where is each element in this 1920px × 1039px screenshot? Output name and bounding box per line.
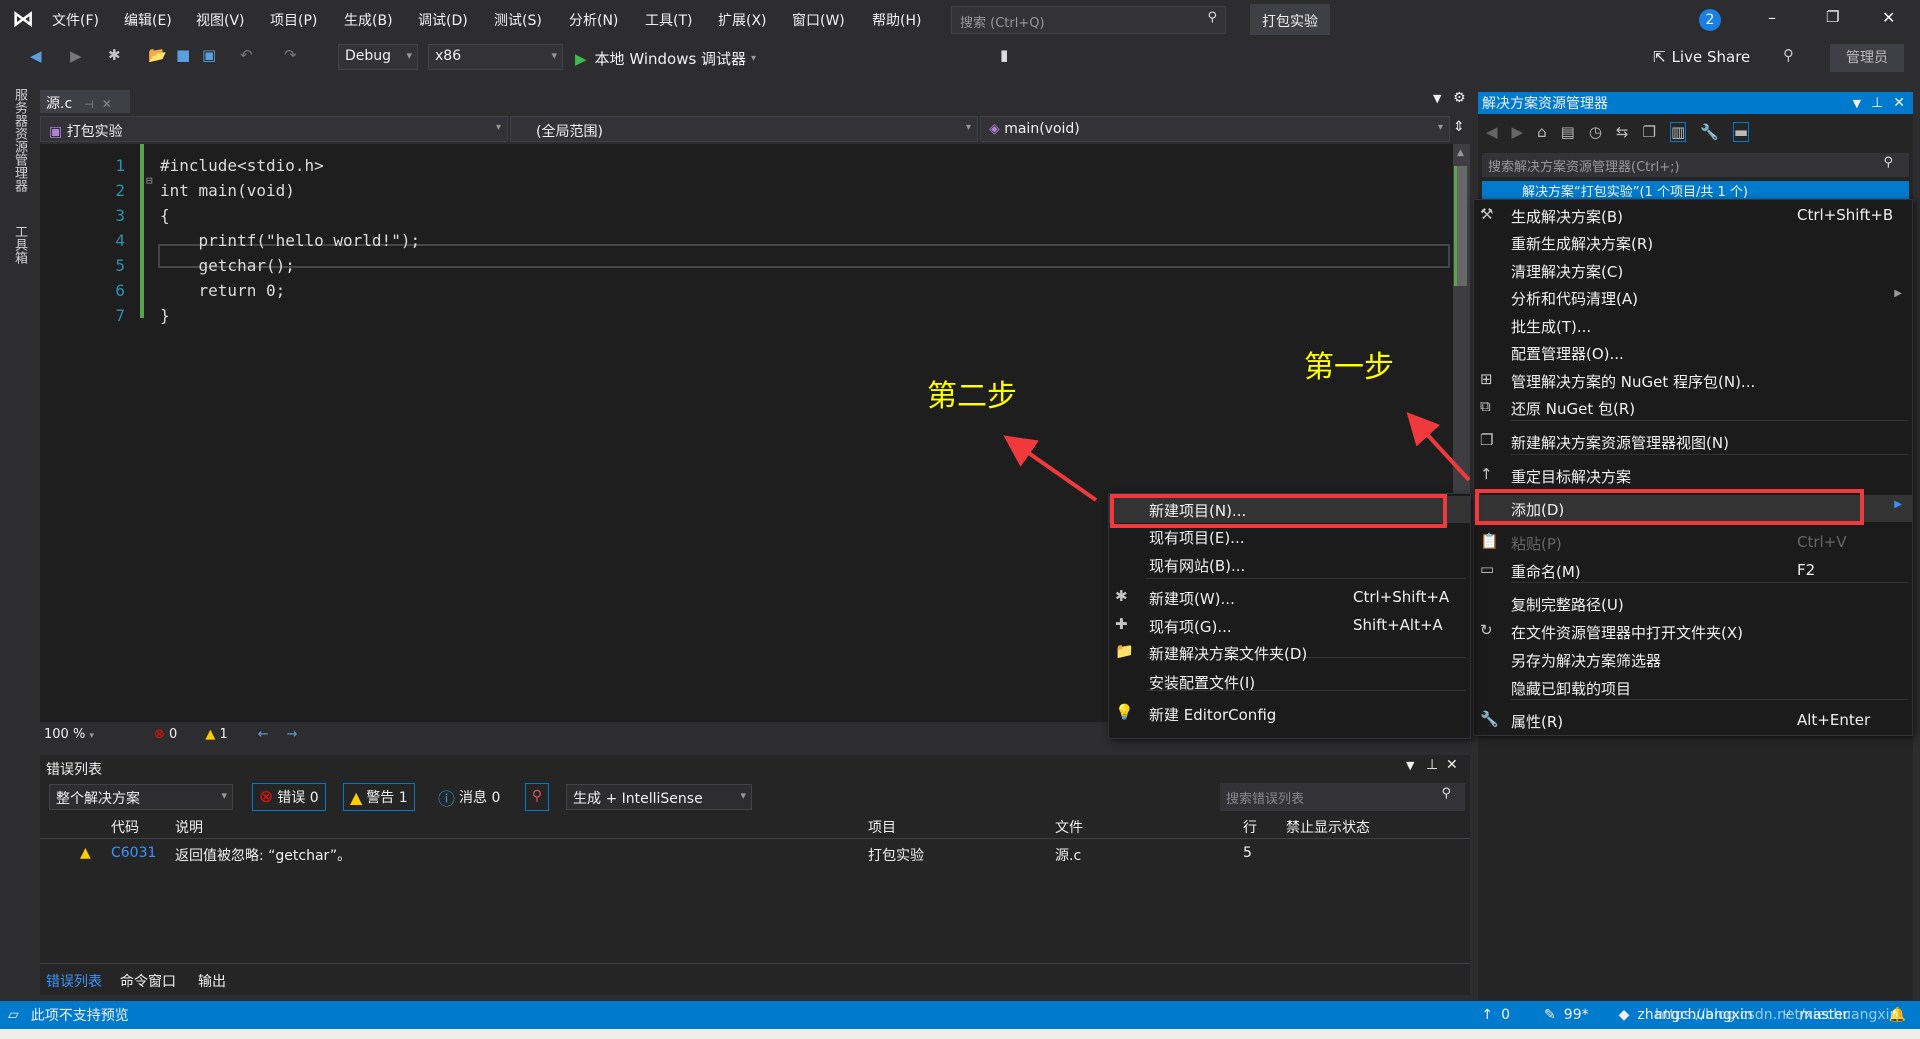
push-count[interactable]: 0 (1501, 1007, 1510, 1023)
preview-icon: ▱ (8, 1007, 19, 1023)
annotation-arrows (1003, 412, 1471, 502)
status-bar: ▱ 此项不支持预览 ↑ 0 ✎ 99* ◆ zhangchuangxin ⑂ maste… (0, 1001, 1920, 1029)
taskbar-strip (0, 1029, 1920, 1039)
status-message: 此项不支持预览 (30, 1008, 129, 1024)
repo-icon: ◆ (1618, 1007, 1630, 1023)
pencil-icon: ✎ (1544, 1007, 1556, 1023)
edits-count[interactable]: 99* (1564, 1007, 1589, 1023)
up-arrow-icon[interactable]: ↑ (1481, 1007, 1493, 1023)
watermark: https://blog.csdn.net/xiechuangxin (1655, 1007, 1899, 1023)
arrow-step1 (1406, 412, 1471, 482)
arrow-step2 (1003, 435, 1098, 502)
